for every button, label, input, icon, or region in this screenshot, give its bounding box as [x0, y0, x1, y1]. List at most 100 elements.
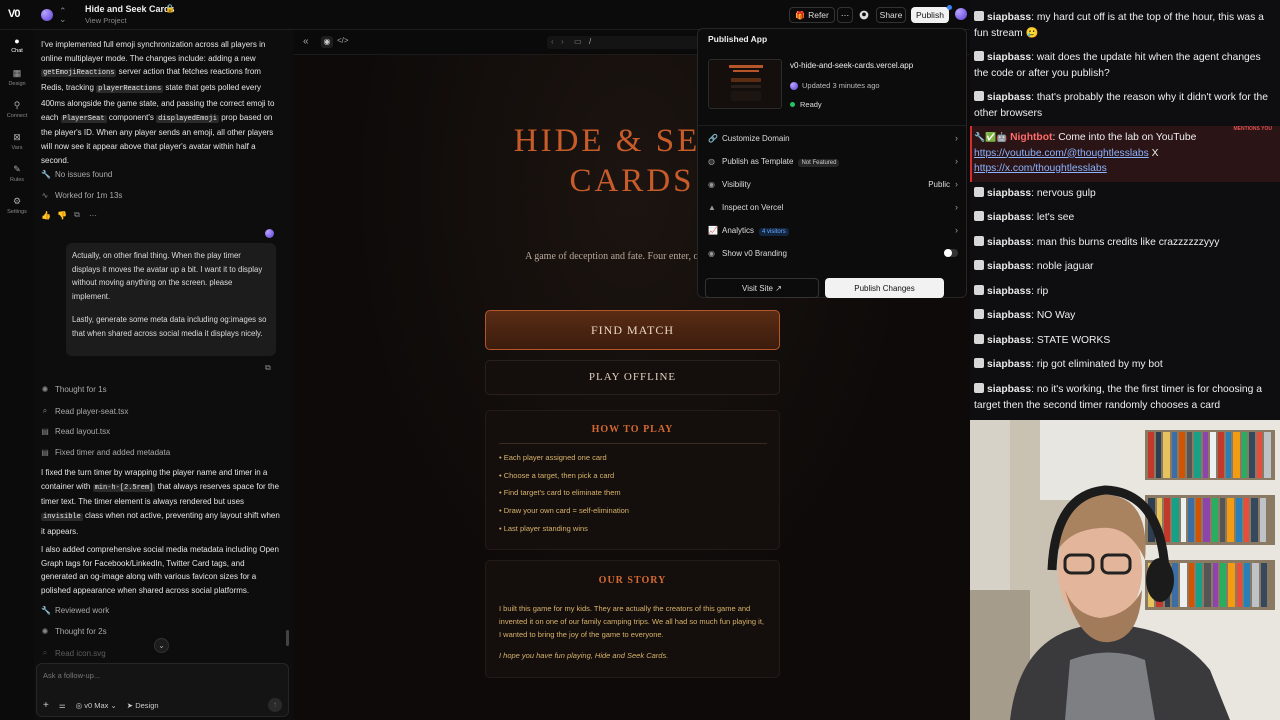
model-selector[interactable]: ◎ v0 Max ⌄ [76, 701, 117, 710]
step-read-3[interactable]: ⌕ Read icon.svg [41, 648, 106, 658]
rail-rules[interactable]: ✎ Rules [0, 164, 34, 183]
rail-chat[interactable]: ● Chat [0, 36, 34, 54]
visit-site-button[interactable]: Visit Site ↗ [705, 278, 819, 298]
wrench-icon: 🔧 [41, 606, 51, 615]
youtube-link[interactable]: https://youtube.com/@thoughtlesslabs [974, 148, 1149, 159]
menu-customize-domain[interactable]: 🔗 Customize Domain › [708, 130, 958, 146]
chevron-updown-icon[interactable]: ⌃ ⌄ [59, 7, 67, 24]
scrollbar-thumb[interactable] [286, 630, 289, 646]
project-title[interactable]: Hide and Seek Cards [85, 4, 175, 14]
visitors-badge: 4 visitors [759, 227, 789, 236]
user-avatar-small [265, 229, 274, 238]
url-bar[interactable]: ‹ › ▭ / [547, 36, 702, 49]
rule-item: • Draw your own card = self-elimination [499, 506, 629, 515]
play-offline-button[interactable]: PLAY OFFLINE [485, 360, 780, 395]
step-read-1[interactable]: ⌕ Read player-seat.tsx [41, 406, 129, 416]
account-avatar[interactable] [955, 8, 967, 20]
publish-button[interactable]: Publish [911, 7, 949, 23]
nav-forward-icon[interactable]: › [561, 37, 564, 46]
rail-settings[interactable]: ⚙ Settings [0, 196, 34, 215]
menu-branding: ◉ Show v0 Branding [708, 245, 958, 261]
gift-icon: 🎁 [795, 10, 806, 20]
copy-icon[interactable]: ⧉ [73, 210, 81, 220]
user-message: Actually, on other final thing. When the… [66, 243, 276, 356]
user-badge-icon [974, 236, 984, 246]
chat-message: siapbass: noble jaguar [974, 259, 1274, 275]
variables-icon: ⊠ [13, 132, 21, 142]
not-featured-badge: Not Featured [798, 158, 840, 167]
share-button[interactable]: Share [876, 7, 906, 23]
ellipsis-icon: ⋯ [840, 9, 850, 20]
sliders-icon[interactable]: ⚌ [59, 701, 66, 710]
view-project-link[interactable]: View Project [85, 16, 127, 25]
chat-input[interactable]: Ask a follow-up... [43, 671, 100, 680]
design-mode-button[interactable]: ➤ Design [127, 701, 159, 710]
menu-analytics[interactable]: 📈 Analytics 4 visitors › [708, 222, 958, 238]
menu-visibility[interactable]: ◉ Visibility Public › [708, 176, 958, 192]
menu-publish-template[interactable]: ◍ Publish as Template Not Featured › [708, 153, 958, 169]
plus-icon[interactable]: + [43, 700, 49, 711]
status-no-issues: 🔧 No issues found [41, 170, 113, 179]
brain-icon: ✺ [41, 385, 49, 394]
user-avatar[interactable] [41, 9, 53, 21]
scroll-down-button[interactable]: ⌄ [154, 638, 169, 653]
chevron-right-icon: › [955, 156, 958, 166]
divider [499, 443, 767, 444]
user-message-text-2: Lastly, generate some meta data includin… [72, 314, 267, 338]
thumbs-up-icon[interactable]: 👍 [41, 211, 51, 220]
step-fixed[interactable]: ▤ Fixed timer and added metadata [41, 448, 170, 457]
url-path[interactable]: / [589, 37, 591, 46]
x-link[interactable]: https://x.com/thoughtlesslabs [974, 163, 1107, 174]
popover-title: Published App [708, 34, 768, 44]
code-icon[interactable]: </> [337, 36, 349, 45]
top-bar: V0 ⌃ ⌄ Hide and Seek Cards 🔒 View Project… [0, 0, 970, 30]
step-read-2[interactable]: ▤ Read layout.tsx [41, 427, 110, 436]
search-icon: ⌕ [42, 648, 48, 657]
chat-message: siapbass: my hard cut off is at the top … [974, 11, 1264, 39]
site-thumbnail[interactable] [708, 59, 782, 109]
github-button[interactable] [855, 7, 873, 23]
copy-icon[interactable]: ⧉ [265, 363, 271, 373]
published-url[interactable]: v0-hide-and-seek-cards.vercel.app [790, 61, 913, 70]
user-badge-icon [974, 211, 984, 221]
github-icon [859, 10, 869, 20]
nav-back-icon[interactable]: ‹ [551, 37, 554, 46]
step-thought-2[interactable]: ✺ Thought for 2s [41, 627, 107, 636]
rail-design[interactable]: ▦ Design [0, 68, 34, 87]
step-thought-1[interactable]: ✺ Thought for 1s [41, 385, 107, 394]
published-app-popover: Published App v0-hide-and-seek-cards.ver… [697, 28, 967, 298]
menu-inspect-vercel[interactable]: ▲ Inspect on Vercel › [708, 199, 958, 215]
chat-message-bot: 🔧✅🤖 Nightbot: Come into the lab on YouTu… [974, 132, 1197, 174]
branding-toggle[interactable] [944, 249, 958, 257]
v0-logo[interactable]: V0 [8, 8, 21, 20]
assistant-message-3: I also added comprehensive social media … [41, 545, 279, 596]
collapse-icon[interactable]: « [303, 36, 309, 47]
arrow-up-icon: ↑ [273, 700, 277, 709]
chat-message: siapbass: rip got eliminated by my bot [974, 357, 1274, 373]
refer-button[interactable]: 🎁 Refer [789, 7, 835, 23]
message-actions: 👍 👎 ⧉ ⋯ [41, 210, 97, 220]
publish-indicator-dot [947, 5, 952, 10]
search-icon: ⌕ [42, 406, 48, 415]
send-button[interactable]: ↑ [268, 698, 282, 712]
publish-changes-button[interactable]: Publish Changes [825, 278, 944, 298]
user-badge-icon [974, 285, 984, 295]
rail-connect[interactable]: ⚲ Connect [0, 100, 34, 119]
step-reviewed[interactable]: 🔧 Reviewed work [41, 606, 109, 615]
thumbs-down-icon[interactable]: 👎 [57, 211, 67, 220]
preview-eye-icon[interactable]: ◉ [321, 36, 333, 48]
chat-input-box: Ask a follow-up... + ⚌ ◎ v0 Max ⌄ ➤ Desi… [36, 663, 289, 717]
our-story-card: OUR STORY I built this game for my kids.… [485, 560, 780, 678]
rule-item: • Choose a target, then pick a card [499, 471, 615, 480]
eye-icon: ◉ [708, 179, 715, 189]
wrench-icon: 🔧 [41, 170, 51, 179]
monitor-icon[interactable]: ▭ [574, 37, 582, 46]
more-menu-button[interactable]: ⋯ [837, 7, 853, 23]
find-match-button[interactable]: FIND MATCH [485, 310, 780, 350]
rail-vars[interactable]: ⊠ Vars [0, 132, 34, 151]
ruler-icon: ✎ [13, 164, 21, 174]
chevron-right-icon: › [955, 225, 958, 235]
more-icon[interactable]: ⋯ [89, 211, 97, 220]
lock-icon: 🔒 [165, 4, 175, 13]
user-avatar-tiny [790, 81, 798, 90]
